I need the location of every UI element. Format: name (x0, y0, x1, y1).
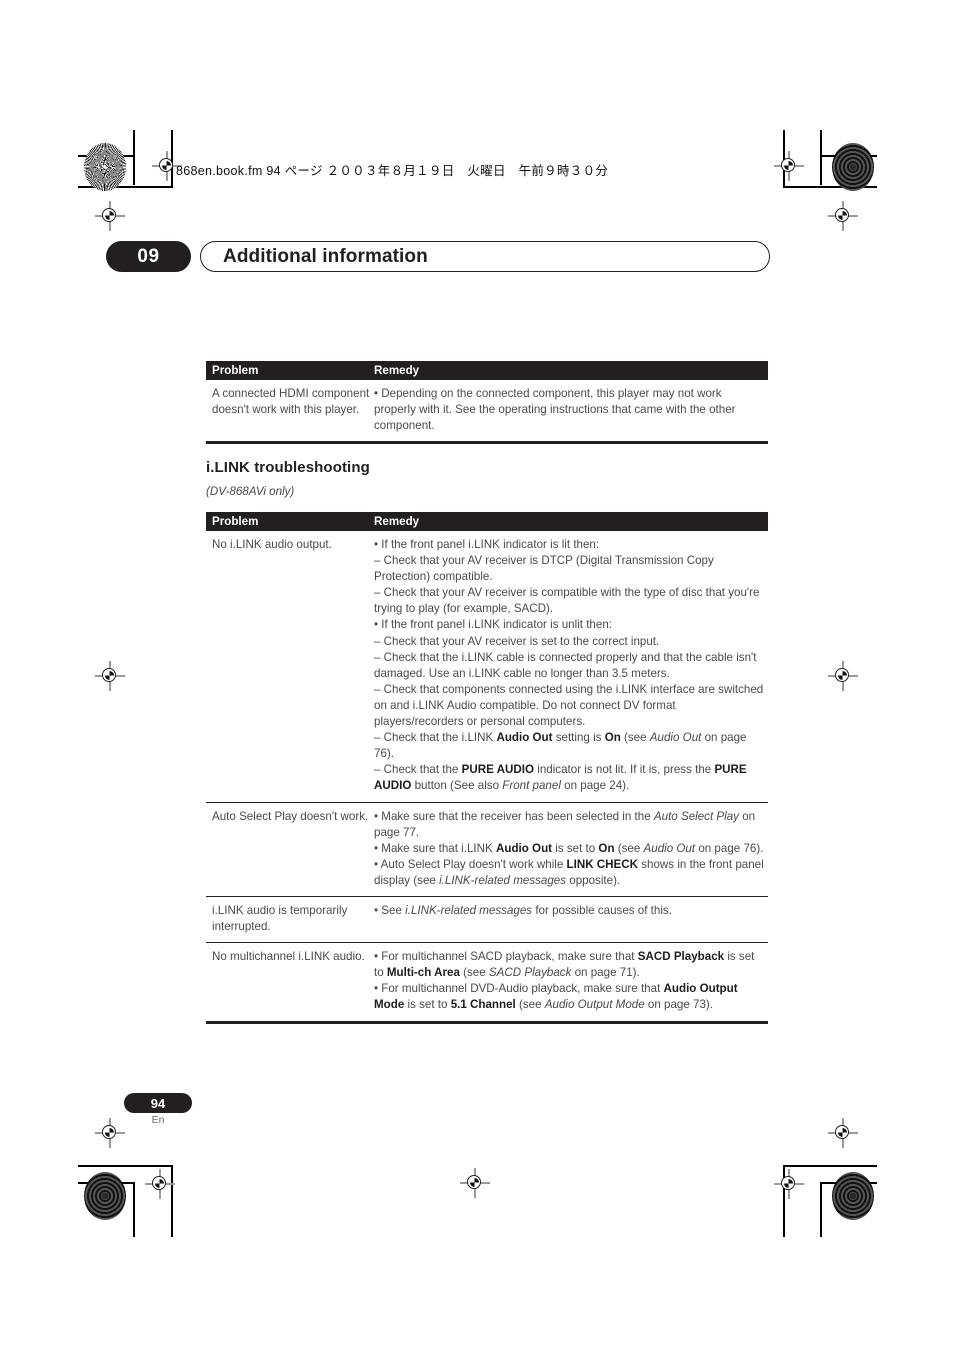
density-target-top-right-icon (832, 143, 874, 191)
table-bottom-rule (206, 441, 768, 445)
cell-problem: i.LINK audio is temporarily interrupted. (212, 903, 348, 934)
table-row: No i.LINK audio output. • If the front p… (206, 531, 768, 803)
table-row: A connected HDMI component doesn't work … (206, 380, 768, 441)
hdmi-troubleshooting-table: Problem Remedy A connected HDMI componen… (206, 361, 768, 445)
density-target-bottom-left-icon (84, 1172, 126, 1220)
cell-remedy: • Depending on the connected component, … (374, 387, 736, 433)
table-row: i.LINK audio is temporarily interrupted.… (206, 897, 768, 944)
table-row: No multichannel i.LINK audio. • For mult… (206, 943, 768, 1020)
registration-mark-upper-right-icon (828, 201, 858, 231)
chapter-title-bar: Additional information (200, 241, 770, 272)
page-number-badge: 94 (124, 1093, 192, 1113)
crop-mark-top-right-v (820, 130, 822, 185)
ilink-troubleshooting-table: Problem Remedy No i.LINK audio output. •… (206, 512, 768, 1024)
section-subheading: (DV-868AVi only) (206, 485, 295, 498)
cell-remedy: • See i.LINK-related messages for possib… (374, 903, 672, 917)
table-bottom-rule (206, 1020, 768, 1024)
page-title: Additional information (223, 245, 428, 267)
cell-problem: No multichannel i.LINK audio. (212, 950, 365, 964)
print-file-header: 868en.book.fm 94 ページ ２００３年８月１９日 火曜日 午前９時… (176, 164, 609, 178)
crop-mark-bottom-left-h2 (78, 1165, 173, 1167)
column-header-remedy: Remedy (374, 515, 420, 528)
cell-problem: Auto Select Play doesn't work. (212, 809, 369, 823)
registration-mark-upper-left-icon (95, 201, 125, 231)
registration-mark-top-right-icon (774, 151, 804, 181)
table-header-row: Problem Remedy (206, 512, 768, 531)
cell-problem: A connected HDMI component doesn't work … (212, 387, 370, 417)
page-language-label: En (151, 1114, 165, 1126)
chapter-number-badge: 09 (106, 241, 191, 272)
crop-mark-top-left-v (133, 130, 135, 185)
crop-mark-bottom-left-v (133, 1182, 135, 1237)
crop-mark-bottom-right-h2 (783, 1165, 877, 1167)
registration-mark-lower-left-icon (95, 1118, 125, 1148)
cell-remedy: • Make sure that the receiver has been s… (374, 809, 764, 887)
table-header-row: Problem Remedy (206, 361, 768, 380)
registration-mark-bottom-center-icon (460, 1168, 490, 1198)
density-target-bottom-right-icon (832, 1172, 874, 1220)
chapter-banner: 09 Additional information (106, 241, 770, 272)
cell-remedy: • If the front panel i.LINK indicator is… (374, 538, 764, 793)
registration-mark-bottom-right-icon (774, 1169, 804, 1199)
cell-remedy: • For multichannel SACD playback, make s… (374, 950, 755, 1012)
column-header-problem: Problem (212, 515, 259, 528)
registration-mark-middle-left-icon (95, 661, 125, 691)
column-header-remedy: Remedy (374, 364, 420, 377)
cell-problem: No i.LINK audio output. (212, 538, 332, 551)
crop-mark-bottom-right-v (820, 1182, 822, 1237)
section-heading: i.LINK troubleshooting (206, 459, 370, 476)
registration-mark-bottom-left-icon (145, 1169, 175, 1199)
registration-mark-lower-right-icon (828, 1118, 858, 1148)
registration-mark-middle-right-icon (828, 661, 858, 691)
column-header-problem: Problem (212, 364, 259, 377)
table-row: Auto Select Play doesn't work. • Make su… (206, 803, 768, 897)
density-target-top-left-icon (84, 143, 126, 191)
